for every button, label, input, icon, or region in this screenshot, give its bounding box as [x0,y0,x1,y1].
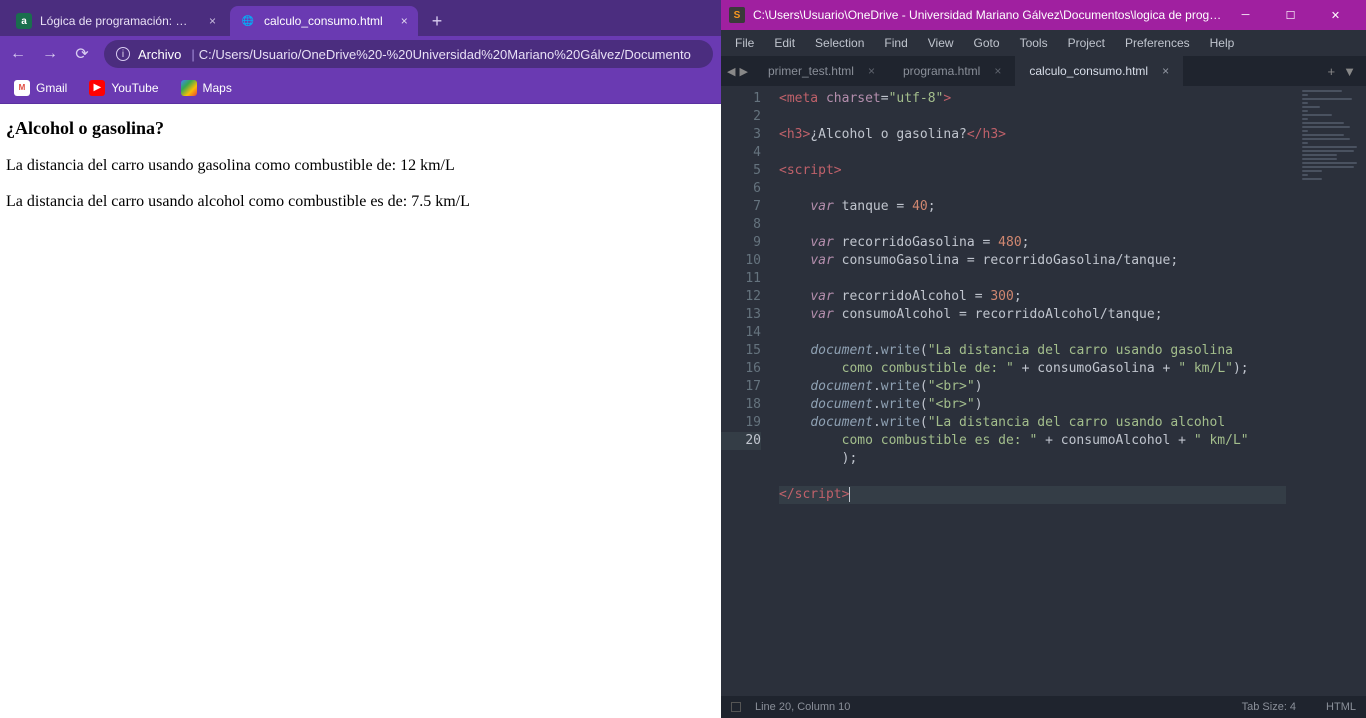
menu-tools[interactable]: Tools [1012,33,1056,53]
close-button[interactable]: ✕ [1313,0,1358,30]
menu-view[interactable]: View [920,33,962,53]
bookmarks-bar: M Gmail ▶ YouTube Maps [0,72,721,104]
chrome-tab-0[interactable]: a Lógica de programación: Primero × [6,6,226,36]
gmail-icon: M [14,80,30,96]
chrome-toolbar: ← → ⟳ i Archivo | C:/Users/Usuario/OneDr… [0,36,721,72]
tab-overflow: + ▼ [1318,56,1366,86]
editor-tab-0[interactable]: primer_test.html × [754,56,889,86]
close-icon[interactable]: × [1162,64,1169,78]
favicon-file: 🌐 [240,13,256,29]
chrome-window: a Lógica de programación: Primero × 🌐 ca… [0,0,721,718]
menu-selection[interactable]: Selection [807,33,872,53]
output-line-2: La distancia del carro usando alcohol co… [6,193,715,211]
close-icon[interactable]: × [209,14,216,28]
chrome-tabbar: a Lógica de programación: Primero × 🌐 ca… [0,0,721,36]
url-path: C:/Users/Usuario/OneDrive%20-%20Universi… [199,47,691,62]
window-controls: ─ ☐ ✕ [1223,0,1358,30]
favicon-alura: a [16,13,32,29]
editor-body: 1 2 3 4 5 6 7 8 9 10 11 12 13 14 15 16 1… [721,86,1366,696]
tab-title: calculo_consumo.html [264,14,383,28]
status-bar: Line 20, Column 10 Tab Size: 4 HTML [721,696,1366,718]
tab-next-icon[interactable]: ▶ [739,65,747,78]
code-area[interactable]: <meta charset="utf-8"> <h3>¿Alcohol o ga… [771,86,1286,696]
menu-edit[interactable]: Edit [766,33,803,53]
status-position[interactable]: Line 20, Column 10 [755,701,850,713]
line-gutter[interactable]: 1 2 3 4 5 6 7 8 9 10 11 12 13 14 15 16 1… [721,86,771,696]
panel-toggle-icon[interactable] [731,702,741,712]
bookmark-youtube[interactable]: ▶ YouTube [89,80,158,96]
minimize-button[interactable]: ─ [1223,0,1268,30]
site-info-icon[interactable]: i [116,47,130,61]
status-tabsize[interactable]: Tab Size: 4 [1242,701,1296,713]
tab-title: Lógica de programación: Primero [40,14,191,28]
tab-nav: ◀ ▶ [721,56,754,86]
menu-goto[interactable]: Goto [966,33,1008,53]
bookmark-gmail[interactable]: M Gmail [14,80,67,96]
status-language[interactable]: HTML [1326,701,1356,713]
youtube-icon: ▶ [89,80,105,96]
close-icon[interactable]: × [401,14,408,28]
reload-button[interactable]: ⟳ [72,44,92,64]
menu-file[interactable]: File [727,33,762,53]
chrome-tab-1[interactable]: 🌐 calculo_consumo.html × [230,6,418,36]
sublime-title: C:\Users\Usuario\OneDrive - Universidad … [753,8,1223,22]
minimap[interactable] [1286,86,1366,696]
editor-tab-2[interactable]: calculo_consumo.html × [1015,56,1183,86]
page-content: ¿Alcohol o gasolina? La distancia del ca… [0,104,721,718]
menu-project[interactable]: Project [1060,33,1113,53]
bookmark-maps[interactable]: Maps [181,80,232,96]
url-scheme: Archivo [138,47,181,62]
address-bar[interactable]: i Archivo | C:/Users/Usuario/OneDrive%20… [104,40,713,68]
menu-preferences[interactable]: Preferences [1117,33,1198,53]
menu-find[interactable]: Find [876,33,915,53]
tab-menu-icon[interactable]: ▼ [1343,64,1356,79]
sublime-window: S C:\Users\Usuario\OneDrive - Universida… [721,0,1366,718]
sublime-menubar: File Edit Selection Find View Goto Tools… [721,30,1366,56]
maximize-button[interactable]: ☐ [1268,0,1313,30]
maps-icon [181,80,197,96]
close-icon[interactable]: × [868,64,875,78]
back-button[interactable]: ← [8,44,28,64]
forward-button[interactable]: → [40,44,60,64]
sublime-tabbar: ◀ ▶ primer_test.html × programa.html × c… [721,56,1366,86]
editor-tab-1[interactable]: programa.html × [889,56,1015,86]
new-tab-icon[interactable]: + [1328,64,1336,79]
page-heading: ¿Alcohol o gasolina? [6,118,715,139]
sublime-icon: S [729,7,745,23]
sublime-titlebar[interactable]: S C:\Users\Usuario\OneDrive - Universida… [721,0,1366,30]
tab-prev-icon[interactable]: ◀ [727,65,735,78]
new-tab-button[interactable]: + [422,7,453,36]
output-line-1: La distancia del carro usando gasolina c… [6,157,715,175]
menu-help[interactable]: Help [1202,33,1243,53]
caret [849,487,850,502]
close-icon[interactable]: × [994,64,1001,78]
